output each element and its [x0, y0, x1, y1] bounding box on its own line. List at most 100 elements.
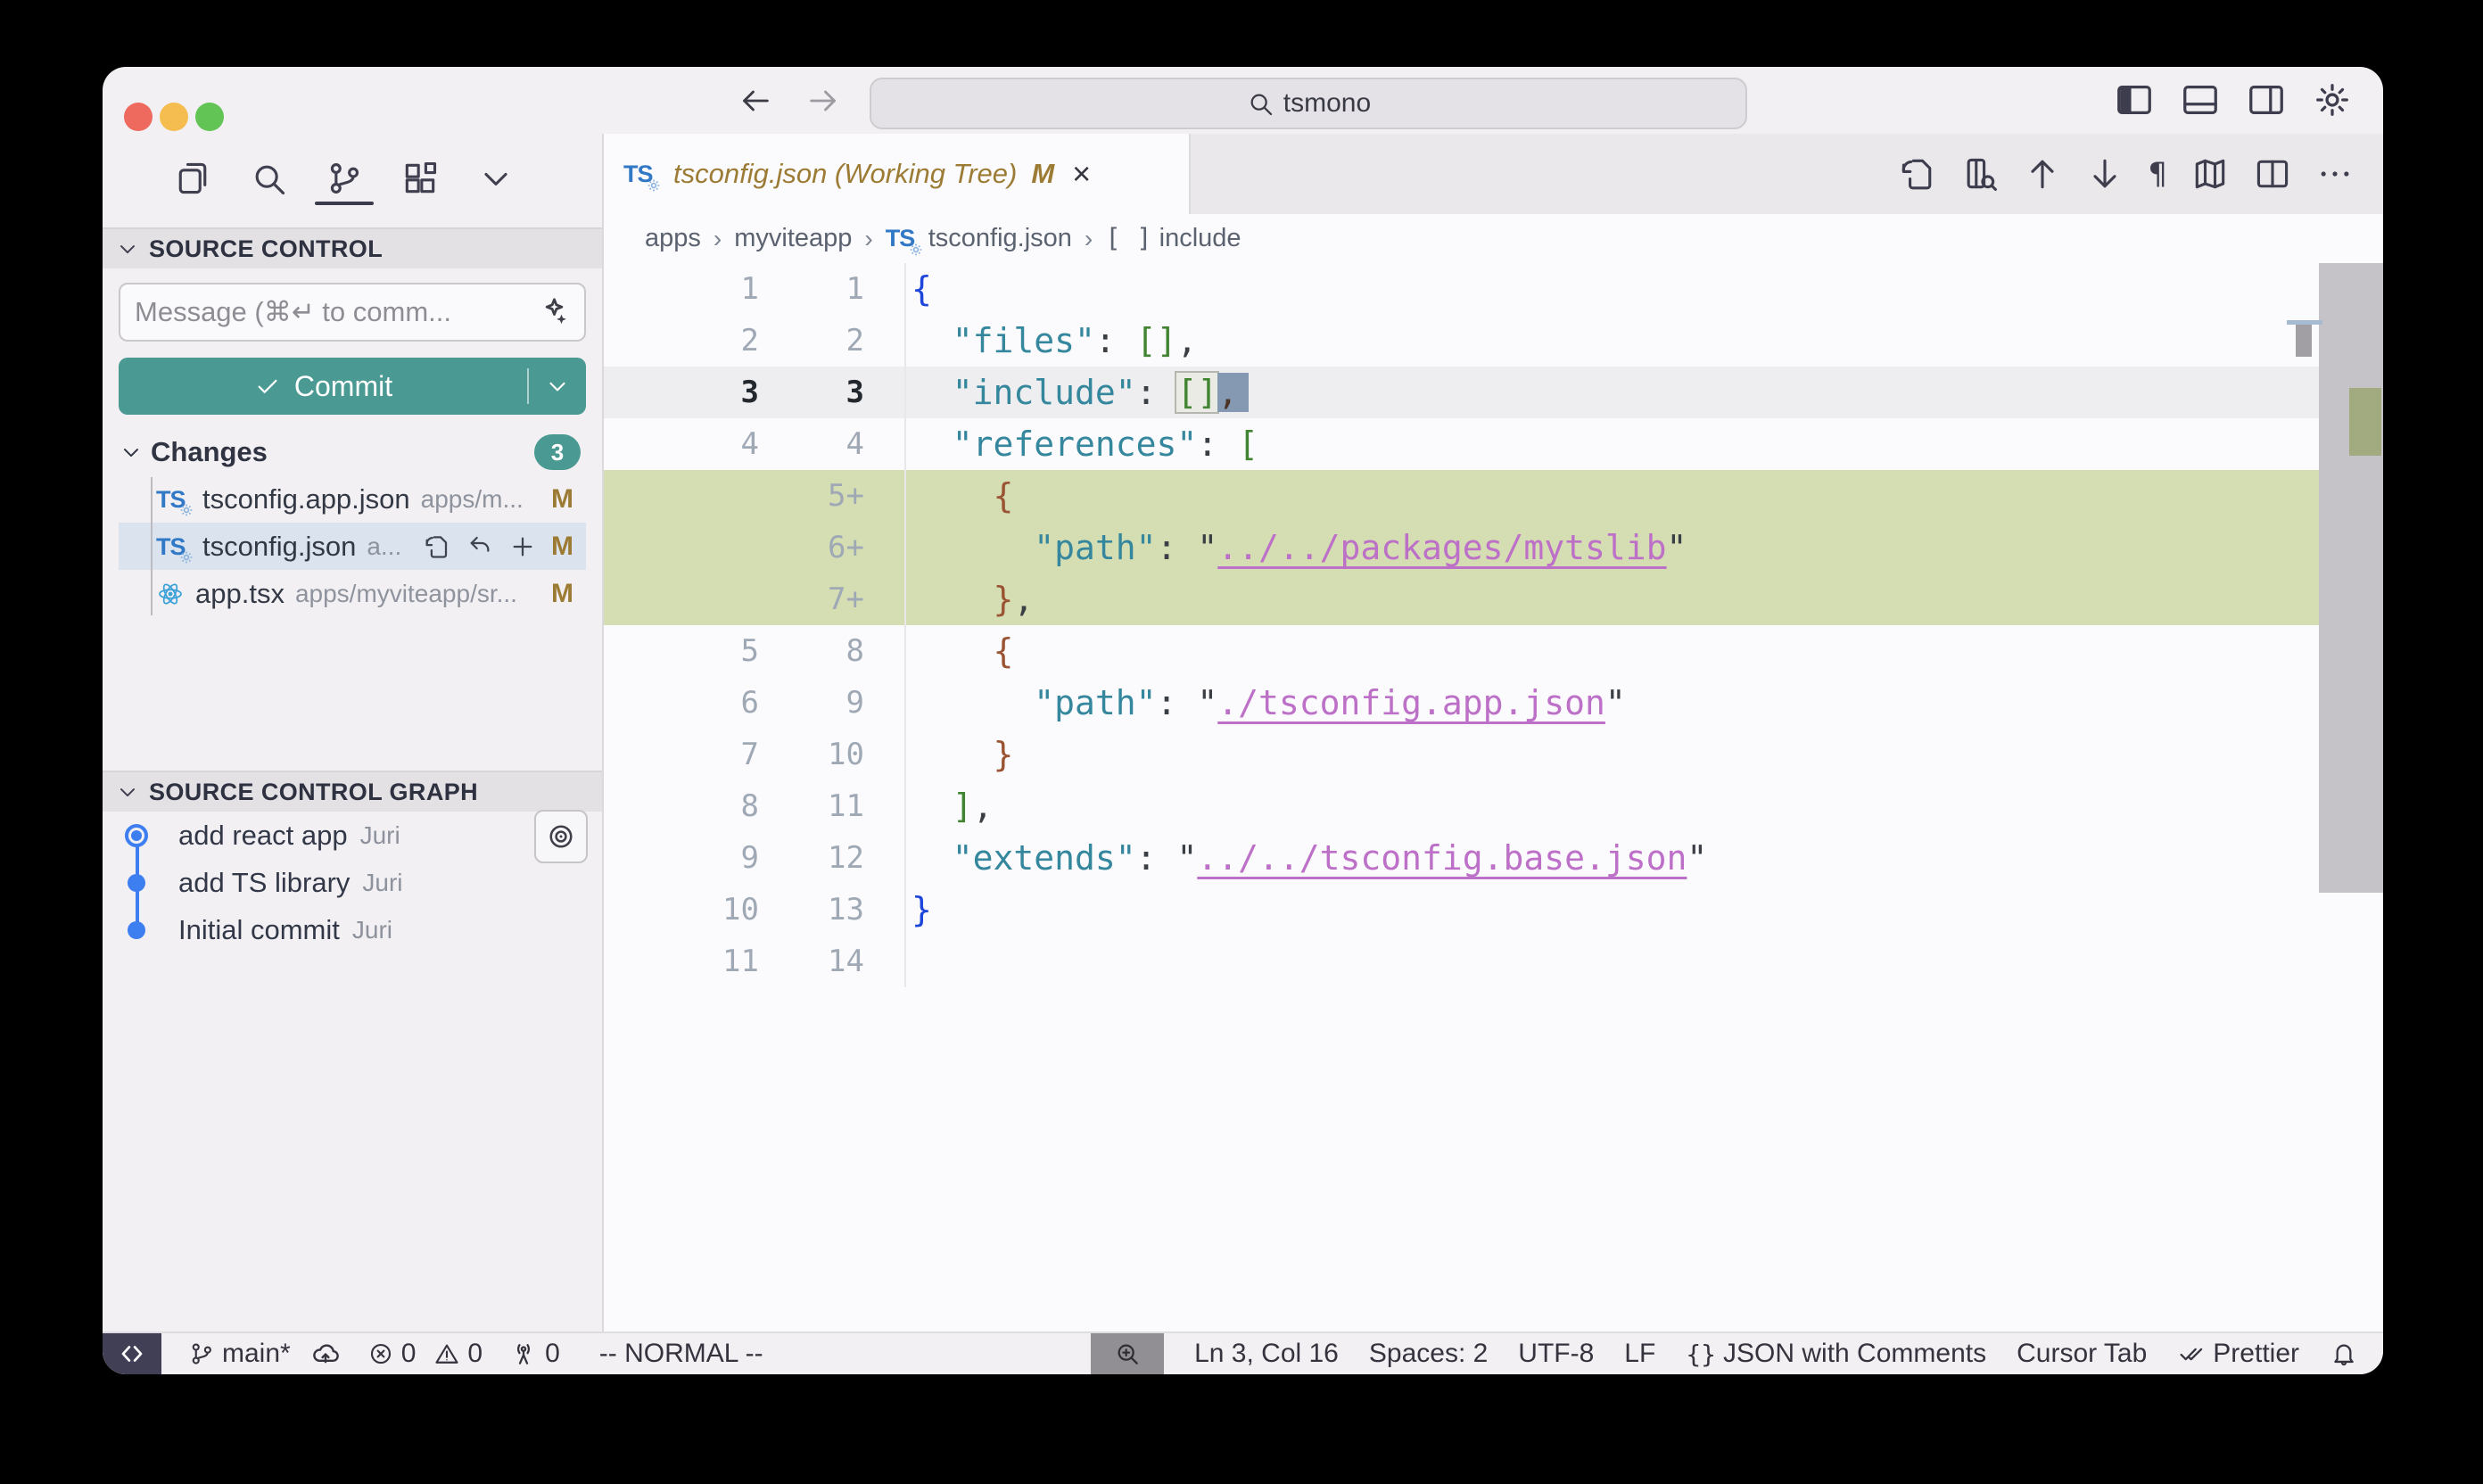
- code-line[interactable]: 58 {: [604, 625, 2383, 677]
- close-window-button[interactable]: [124, 103, 153, 131]
- maximize-window-button[interactable]: [195, 103, 224, 131]
- line-number-gutter: 44: [604, 418, 912, 470]
- activity-explorer-icon[interactable]: [172, 150, 213, 207]
- line-content: [912, 936, 2383, 987]
- code-line[interactable]: 44 "references": [: [604, 418, 2383, 470]
- cursor-tab-status[interactable]: Cursor Tab: [2017, 1339, 2147, 1369]
- breadcrumb-item-apps[interactable]: apps: [645, 224, 701, 253]
- commit-row[interactable]: add TS libraryJuri: [103, 859, 602, 906]
- diff-editor[interactable]: 11{22 "files": [],33 "include": [],44 "r…: [604, 263, 2383, 1331]
- changed-file-row-app.tsx[interactable]: app.tsxapps/myviteapp/sr...M: [119, 570, 586, 617]
- changes-section-header[interactable]: Changes 3: [119, 429, 586, 475]
- problems-status[interactable]: 0 0: [367, 1339, 483, 1369]
- forward-icon[interactable]: [805, 83, 841, 119]
- remote-indicator[interactable]: [103, 1333, 161, 1374]
- map-icon[interactable]: [2190, 154, 2230, 194]
- breadcrumb-label: tsconfig.json: [928, 224, 1072, 253]
- source-control-header[interactable]: SOURCE CONTROL: [103, 227, 602, 268]
- code-line[interactable]: 33 "include": [],: [604, 367, 2383, 418]
- modified-line-number: 10: [759, 729, 864, 780]
- changed-file-row-tsconfig.json[interactable]: TStsconfig.jsona...M: [119, 523, 586, 570]
- code-line[interactable]: 1114: [604, 936, 2383, 987]
- token: "extends": [953, 838, 1136, 878]
- line-number-gutter: 811: [604, 780, 912, 832]
- source-control-graph-header[interactable]: SOURCE CONTROL GRAPH: [103, 771, 602, 812]
- overview-added-marker: [2349, 388, 2381, 456]
- code-line[interactable]: 5+ {: [604, 470, 2383, 522]
- open-changes-icon[interactable]: [1898, 154, 1937, 194]
- extensions-icon: [400, 159, 440, 198]
- modified-line-number: 3: [759, 367, 864, 418]
- ts-icon: TS: [886, 223, 921, 255]
- original-line-number: 3: [604, 367, 759, 418]
- commit-dropdown-button[interactable]: [527, 368, 586, 404]
- language-mode-status[interactable]: {} JSON with Comments: [1686, 1339, 1986, 1369]
- command-center-search[interactable]: tsmono: [870, 78, 1747, 129]
- encoding-status[interactable]: UTF-8: [1518, 1339, 1594, 1369]
- breadcrumb-item-myviteapp[interactable]: myviteapp: [734, 224, 852, 253]
- activity-more-views-icon[interactable]: [475, 150, 516, 207]
- notifications-bell[interactable]: [2330, 1340, 2358, 1368]
- sparkle-icon[interactable]: [534, 294, 570, 330]
- activity-extensions-icon[interactable]: [400, 150, 441, 207]
- checkout-target-button[interactable]: [534, 810, 588, 863]
- activity-source-control-icon[interactable]: [324, 150, 365, 207]
- scrollbar-thumb[interactable]: [2319, 263, 2383, 893]
- code-line[interactable]: 11{: [604, 263, 2383, 315]
- vim-mode[interactable]: -- NORMAL --: [599, 1339, 763, 1369]
- discard-icon[interactable]: [466, 532, 494, 561]
- cursor-position-status[interactable]: Ln 3, Col 16: [1194, 1339, 1339, 1369]
- commit-row[interactable]: add react appJuri: [103, 812, 602, 859]
- token: [912, 425, 953, 464]
- commit-message-input[interactable]: Message (⌘↵ to comm...: [119, 283, 586, 342]
- open-changes-sm-icon[interactable]: [423, 532, 451, 561]
- code-line[interactable]: 912 "extends": "../../tsconfig.base.json…: [604, 832, 2383, 884]
- code-line[interactable]: 69 "path": "./tsconfig.app.json": [604, 677, 2383, 729]
- pilcrow-icon[interactable]: ¶: [2148, 156, 2167, 192]
- layout-sidebar-left-icon[interactable]: [2114, 79, 2155, 120]
- arrow-up-icon[interactable]: [2023, 154, 2062, 194]
- ports-status[interactable]: 0: [509, 1339, 560, 1369]
- gear-icon[interactable]: [2312, 79, 2353, 120]
- code-line[interactable]: 710 }: [604, 729, 2383, 780]
- code-line[interactable]: 22 "files": [],: [604, 315, 2383, 367]
- code-line[interactable]: 811 ],: [604, 780, 2383, 832]
- formatter-status[interactable]: Prettier: [2177, 1339, 2299, 1369]
- token: "references": [953, 425, 1198, 464]
- commit-row[interactable]: Initial commitJuri: [103, 906, 602, 953]
- arrow-down-icon[interactable]: [2085, 154, 2124, 194]
- breadcrumb-item-include[interactable]: [ ]include: [1105, 223, 1241, 254]
- line-number-gutter: 22: [604, 315, 912, 367]
- layout-panel-icon[interactable]: [2180, 79, 2221, 120]
- eol-status[interactable]: LF: [1624, 1339, 1655, 1369]
- commit-button[interactable]: Commit: [119, 358, 586, 415]
- close-icon[interactable]: ×: [1072, 158, 1091, 190]
- token: ": [1176, 838, 1197, 878]
- split-icon[interactable]: [2253, 154, 2292, 194]
- breadcrumb-item-tsconfig-json[interactable]: TStsconfig.json: [886, 223, 1072, 255]
- tab-tsconfig-working-tree[interactable]: TS tsconfig.json (Working Tree) M ×: [604, 134, 1191, 214]
- zoom-indicator[interactable]: [1091, 1333, 1164, 1374]
- array-icon: [ ]: [1105, 223, 1151, 254]
- ellipsis-icon[interactable]: [2315, 154, 2355, 194]
- rail-search-icon[interactable]: [1960, 154, 2000, 194]
- breadcrumb-label: myviteapp: [734, 224, 852, 253]
- sync-status[interactable]: [310, 1339, 341, 1369]
- token: "path": [1034, 528, 1156, 567]
- commit-message: add TS library: [178, 867, 350, 899]
- code-line[interactable]: 7+ },: [604, 573, 2383, 625]
- token: ": [1197, 528, 1217, 567]
- minimize-window-button[interactable]: [160, 103, 188, 131]
- modified-badge: M: [551, 579, 573, 609]
- code-line[interactable]: 1013}: [604, 884, 2383, 936]
- code-line[interactable]: 6+ "path": "../../packages/mytslib": [604, 522, 2383, 573]
- plus-icon[interactable]: [508, 532, 537, 561]
- indentation-status[interactable]: Spaces: 2: [1369, 1339, 1488, 1369]
- layout-sidebar-right-icon[interactable]: [2246, 79, 2287, 120]
- changed-file-row-tsconfig.app.json[interactable]: TStsconfig.app.jsonapps/m...M: [119, 475, 586, 523]
- cursor-tab-label: Cursor Tab: [2017, 1339, 2147, 1369]
- activity-search-icon[interactable]: [248, 150, 289, 207]
- back-icon[interactable]: [738, 83, 773, 119]
- branch-status[interactable]: main*: [188, 1339, 291, 1369]
- line-content: {: [912, 470, 2383, 522]
